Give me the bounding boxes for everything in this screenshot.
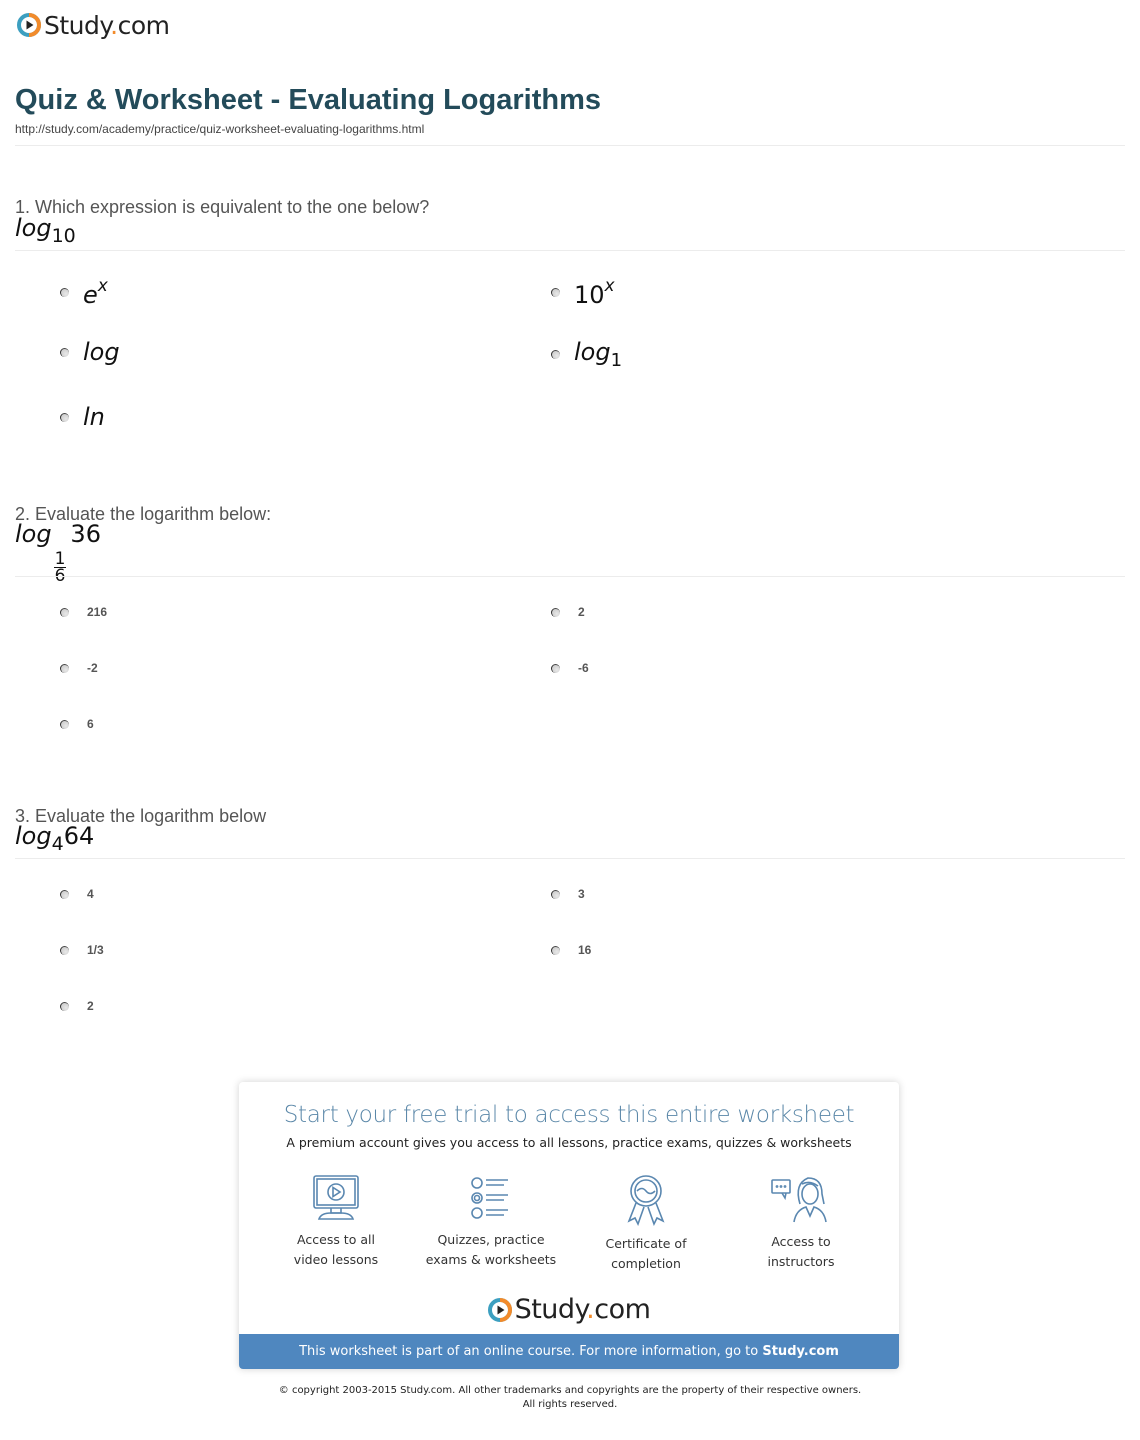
radio-button[interactable] (60, 347, 69, 357)
study-logo[interactable]: Study.com (17, 10, 170, 40)
header-divider (15, 145, 1125, 146)
play-logo-icon (17, 13, 41, 37)
question-3-divider (15, 858, 1125, 859)
question-1-option-a[interactable]: ex (60, 276, 108, 309)
play-logo-icon (487, 1297, 512, 1322)
logo-wordmark: Study.com (514, 1294, 651, 1325)
question-1-option-e[interactable]: ln (60, 403, 105, 431)
radio-button[interactable] (551, 889, 560, 899)
question-2-option-a[interactable]: 216 (60, 605, 107, 619)
free-trial-promo[interactable]: Start your free trial to access this ent… (239, 1082, 899, 1369)
video-lesson-icon (313, 1175, 359, 1220)
question-1-expression: log10 (15, 214, 76, 247)
question-2-option-e[interactable]: 6 (60, 717, 94, 731)
promo-subtitle: A premium account gives you access to al… (286, 1135, 852, 1150)
radio-button[interactable] (551, 350, 560, 359)
radio-button[interactable] (60, 1001, 69, 1011)
question-2-option-d[interactable]: -6 (551, 661, 589, 675)
certificate-ribbon-icon (627, 1175, 665, 1226)
feature-video-lessons: Access to all video lessons (261, 1174, 411, 1270)
quiz-list-icon (471, 1177, 508, 1219)
fraction-base: 16 (53, 549, 67, 586)
page-title: Quiz & Worksheet - Evaluating Logarithms (15, 84, 601, 116)
question-3-option-a[interactable]: 4 (60, 887, 94, 901)
question-2-option-b[interactable]: 2 (551, 605, 585, 619)
question-1-option-b[interactable]: 10x (551, 276, 615, 309)
radio-button[interactable] (60, 719, 69, 729)
question-3-option-b[interactable]: 3 (551, 887, 585, 901)
radio-button[interactable] (551, 945, 560, 955)
question-3-option-e[interactable]: 2 (60, 999, 94, 1013)
question-1-option-d[interactable]: log1 (551, 338, 622, 371)
feature-quizzes: Quizzes, practice exams & worksheets (416, 1174, 566, 1270)
promo-study-logo[interactable]: Study.com (239, 1294, 899, 1325)
radio-button[interactable] (60, 663, 69, 673)
radio-button[interactable] (60, 945, 69, 955)
feature-certificate: Certificate of completion (571, 1174, 721, 1274)
study-link[interactable]: Study.com (762, 1344, 839, 1359)
copyright-footer: © copyright 2003-2015 Study.com. All oth… (278, 1385, 862, 1410)
question-1-divider (15, 250, 1125, 251)
radio-button[interactable] (551, 288, 560, 297)
feature-instructors: Access to instructors (726, 1174, 876, 1272)
question-2-option-c[interactable]: -2 (60, 661, 98, 675)
question-3-option-c[interactable]: 1/3 (60, 943, 104, 957)
radio-button[interactable] (60, 607, 69, 617)
question-2-divider (15, 576, 1125, 577)
question-3-expression: log464 (15, 822, 95, 855)
question-1-option-c[interactable]: log (60, 338, 120, 366)
radio-button[interactable] (551, 663, 560, 673)
promo-title[interactable]: Start your free trial to access this ent… (239, 1102, 899, 1128)
radio-button[interactable] (551, 607, 560, 617)
question-2-expression: log 1 6 36 (15, 520, 101, 586)
logo-wordmark: Study.com (44, 10, 170, 40)
question-3-option-d[interactable]: 16 (551, 943, 591, 957)
radio-button[interactable] (60, 288, 69, 297)
radio-button[interactable] (60, 889, 69, 899)
question-1-prompt: 1. Which expression is equivalent to the… (15, 197, 430, 217)
instructor-chat-icon (771, 1177, 827, 1223)
radio-button[interactable] (60, 412, 69, 422)
course-info-bar: This worksheet is part of an online cour… (239, 1334, 899, 1369)
page-url[interactable]: http://study.com/academy/practice/quiz-w… (15, 122, 424, 136)
